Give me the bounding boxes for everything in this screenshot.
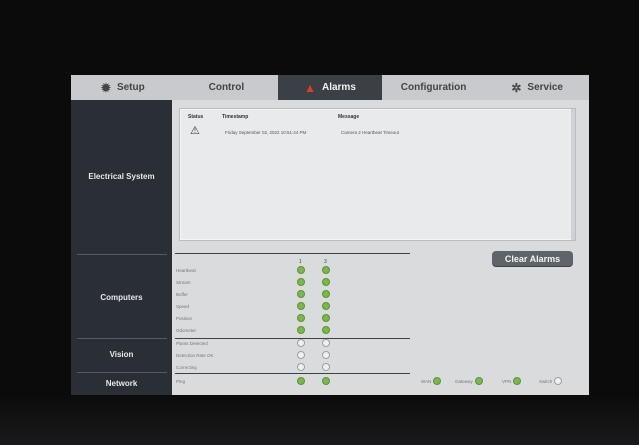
alarm-message: Camera 2 Heartbeat Timeout bbox=[341, 130, 400, 135]
led-speed-1 bbox=[297, 302, 305, 310]
led-correcting-1 bbox=[297, 363, 305, 371]
tab-bar: ✹ Setup Control ▲ Alarms Configuration ✲… bbox=[71, 75, 589, 100]
sidebar-divider bbox=[77, 338, 167, 339]
timestamp-column-header: Timestamp bbox=[222, 114, 249, 120]
clear-alarms-button[interactable]: Clear Alarms bbox=[492, 251, 573, 266]
tab-configuration[interactable]: Configuration bbox=[382, 75, 486, 100]
led-plants-detected-3 bbox=[322, 339, 330, 347]
row-label-speed: Speed bbox=[176, 304, 190, 309]
network-wan-indicator: WAN bbox=[421, 377, 442, 385]
tab-setup-label: Setup bbox=[116, 82, 145, 93]
network-wan-label: WAN bbox=[421, 378, 432, 384]
led-heartbeat-3 bbox=[322, 266, 330, 274]
tab-control-label: Control bbox=[208, 82, 245, 93]
led-heartbeat-1 bbox=[297, 266, 305, 274]
led-position-3 bbox=[322, 314, 330, 322]
gear-icon: ✹ bbox=[100, 80, 111, 95]
computer-column-3: 3 bbox=[324, 259, 327, 265]
sidebar-divider bbox=[77, 254, 167, 255]
led-detection-rate-1 bbox=[297, 351, 305, 359]
sidebar-divider bbox=[77, 372, 167, 373]
section-vision: Vision bbox=[109, 350, 134, 359]
warning-icon: ⚠ bbox=[190, 125, 200, 137]
led-odometer-3 bbox=[322, 326, 330, 334]
alarm-table-scrollbar[interactable] bbox=[571, 109, 575, 240]
led-plants-detected-1 bbox=[297, 339, 305, 347]
row-label-heartbeat: Heartbeat bbox=[176, 268, 196, 273]
row-label-odometer: Odometer bbox=[176, 328, 197, 333]
tab-service[interactable]: ✲ Service bbox=[485, 75, 589, 100]
row-label-ping: Ping bbox=[176, 379, 186, 384]
tab-setup[interactable]: ✹ Setup bbox=[71, 75, 175, 100]
status-column-header: Status bbox=[188, 114, 204, 120]
led-buffer-1 bbox=[297, 290, 305, 298]
led-position-1 bbox=[297, 314, 305, 322]
tab-alarms[interactable]: ▲ Alarms bbox=[278, 75, 382, 100]
row-label-correcting: Correcting bbox=[176, 365, 197, 370]
led-correcting-3 bbox=[322, 363, 330, 371]
led-gateway bbox=[474, 377, 483, 385]
grid-divider bbox=[175, 373, 410, 374]
grid-divider bbox=[175, 338, 410, 339]
alarm-row[interactable]: ⚠ Friday September 02, 2022 10:51:44 PM … bbox=[180, 125, 575, 141]
row-label-position: Position bbox=[176, 316, 193, 321]
network-switch-label: Switch bbox=[539, 378, 553, 384]
led-buffer-3 bbox=[322, 290, 330, 298]
network-gateway-indicator: Gateway bbox=[455, 377, 483, 385]
hmi-screen: ✹ Setup Control ▲ Alarms Configuration ✲… bbox=[71, 75, 589, 395]
network-switch-indicator: Switch bbox=[539, 377, 563, 385]
row-label-detection-rate: Detection Rate OK bbox=[176, 353, 214, 358]
led-stream-3 bbox=[322, 278, 330, 286]
network-vpn-indicator: VPN bbox=[502, 377, 522, 385]
section-network: Network bbox=[105, 379, 138, 388]
tab-service-label: Service bbox=[527, 82, 563, 93]
led-speed-3 bbox=[322, 302, 330, 310]
led-detection-rate-3 bbox=[322, 351, 330, 359]
led-vpn bbox=[513, 377, 522, 385]
section-sidebar: Electrical System Computers Vision Netwo… bbox=[71, 100, 172, 395]
monitor-bezel bbox=[0, 395, 639, 445]
alarm-timestamp: Friday September 02, 2022 10:51:44 PM bbox=[225, 130, 307, 135]
grid-divider bbox=[175, 253, 410, 254]
alarm-table[interactable]: Status Timestamp Message ⚠ Friday Septem… bbox=[179, 108, 576, 241]
led-ping-1 bbox=[297, 377, 305, 385]
tab-alarms-label: Alarms bbox=[321, 82, 356, 93]
warning-icon: ▲ bbox=[304, 80, 316, 95]
computer-column-1: 1 bbox=[299, 259, 302, 265]
row-label-stream: Stream bbox=[176, 280, 191, 285]
led-ping-3 bbox=[322, 377, 330, 385]
wrench-gear-icon: ✲ bbox=[511, 80, 522, 95]
led-odometer-1 bbox=[297, 326, 305, 334]
tab-control[interactable]: Control bbox=[175, 75, 279, 100]
alarm-table-header: Status Timestamp Message bbox=[180, 114, 575, 124]
row-label-buffer: Buffer bbox=[176, 292, 188, 297]
section-computers: Computers bbox=[100, 293, 143, 302]
row-label-plants-detected: Plants Detected bbox=[176, 341, 208, 346]
led-wan bbox=[433, 377, 442, 385]
network-gateway-label: Gateway bbox=[455, 378, 473, 384]
led-stream-1 bbox=[297, 278, 305, 286]
led-switch bbox=[554, 377, 563, 385]
network-vpn-label: VPN bbox=[502, 378, 512, 384]
tab-configuration-label: Configuration bbox=[400, 82, 467, 93]
message-column-header: Message bbox=[338, 114, 360, 120]
section-electrical-system: Electrical System bbox=[88, 172, 155, 181]
